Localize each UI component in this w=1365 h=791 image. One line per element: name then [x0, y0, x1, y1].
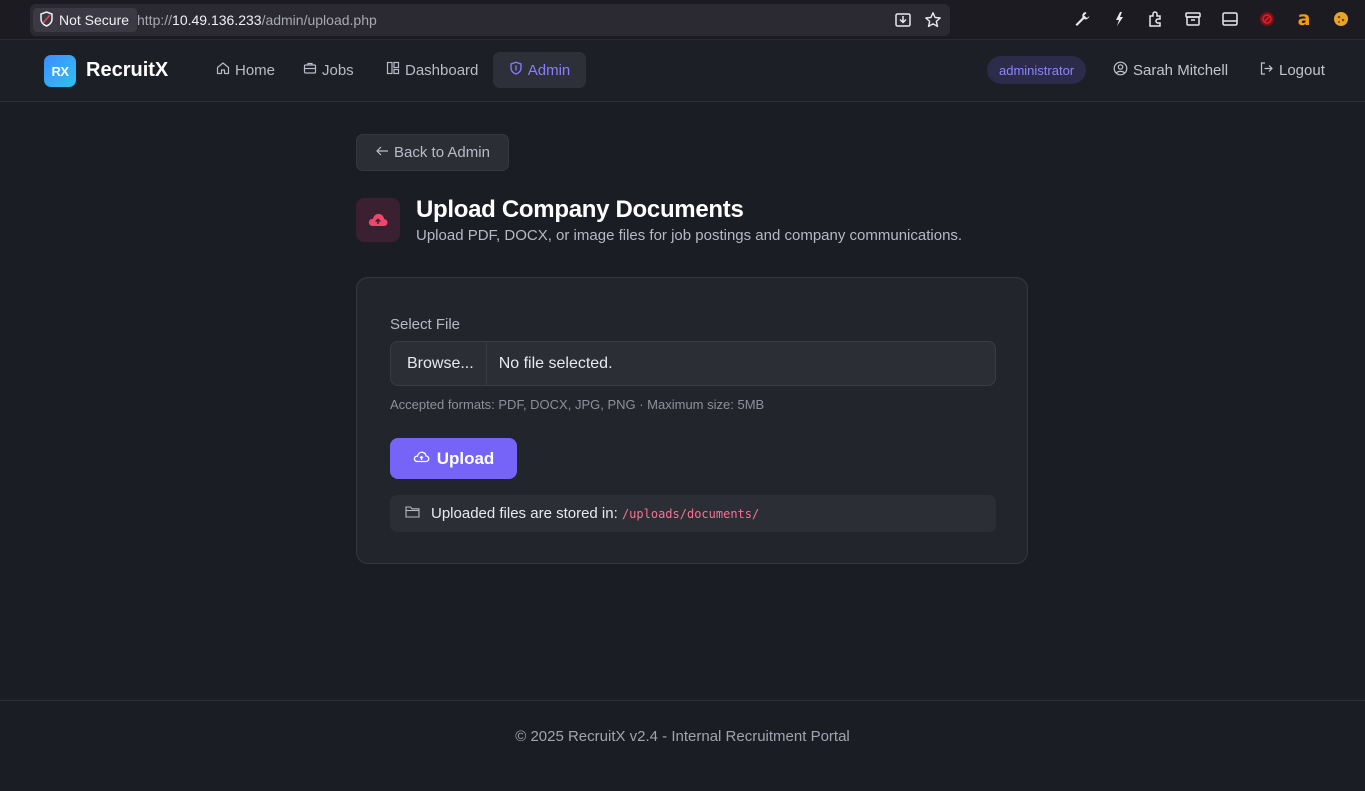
security-label: Not Secure — [59, 12, 130, 28]
upload-label: Upload — [436, 448, 495, 468]
home-icon — [216, 61, 230, 79]
folder-icon — [405, 505, 420, 522]
footer-text: © 2025 RecruitX v2.4 - Internal Recruitm… — [515, 728, 850, 745]
nav-item-home[interactable]: Home — [206, 52, 285, 88]
user-name: Sarah Mitchell — [1133, 62, 1229, 79]
browse-button[interactable]: Browse... — [391, 342, 487, 385]
download-page-icon[interactable] — [894, 11, 912, 34]
storage-path: /uploads/documents/ — [621, 507, 760, 521]
cookie-icon[interactable] — [1331, 9, 1351, 29]
browser-toolbar: Not Secure http://10.49.136.233/admin/up… — [0, 0, 1365, 40]
briefcase-icon — [303, 61, 317, 79]
shield-icon — [509, 61, 523, 79]
accepted-formats-hint: Accepted formats: PDF, DOCX, JPG, PNG · … — [390, 397, 765, 412]
logout-icon — [1259, 61, 1274, 80]
shield-warning-icon — [39, 10, 54, 30]
address-bar[interactable]: Not Secure http://10.49.136.233/admin/up… — [30, 4, 950, 36]
select-file-label: Select File — [390, 316, 461, 333]
role-badge: administrator — [987, 56, 1087, 84]
back-label: Back to Admin — [394, 144, 490, 161]
page-subtitle: Upload PDF, DOCX, or image files for job… — [416, 227, 963, 244]
storage-info: Uploaded files are stored in: /uploads/d… — [390, 495, 996, 532]
nav-item-dashboard[interactable]: Dashboard — [376, 52, 488, 88]
puzzle-icon[interactable] — [1146, 9, 1166, 29]
file-status: No file selected. — [498, 354, 613, 372]
sidebar-icon[interactable] — [1220, 9, 1240, 29]
upload-button[interactable]: Upload — [390, 438, 517, 479]
brand-name[interactable]: RecruitX — [86, 59, 168, 82]
nav-item-jobs[interactable]: Jobs — [293, 52, 364, 88]
cloud-upload-icon — [413, 449, 430, 469]
back-to-admin-button[interactable]: Back to Admin — [356, 134, 509, 171]
logout-link[interactable]: Logout — [1259, 61, 1325, 80]
nav-item-admin[interactable]: Admin — [493, 52, 586, 88]
page-title: Upload Company Documents — [416, 196, 744, 223]
arrow-left-icon — [375, 144, 389, 161]
nav-label-jobs: Jobs — [322, 61, 354, 79]
amazon-extension-icon[interactable]: a — [1294, 8, 1314, 30]
dashboard-icon — [386, 61, 400, 79]
url-text[interactable]: http://10.49.136.233/admin/upload.php — [137, 12, 377, 28]
logo[interactable]: RX — [44, 55, 76, 87]
upload-card: Select File Browse... No file selected. … — [356, 277, 1028, 564]
nav-label-dashboard: Dashboard — [405, 61, 479, 79]
blocker-icon[interactable] — [1257, 9, 1277, 29]
wrench-icon[interactable] — [1072, 9, 1092, 29]
container-icon[interactable] — [1183, 9, 1203, 29]
user-circle-icon — [1113, 61, 1128, 80]
site-navbar: RX RecruitX Home Jobs Dashboard Admin ad… — [0, 40, 1365, 102]
logout-label: Logout — [1279, 62, 1325, 79]
user-menu[interactable]: Sarah Mitchell — [1113, 61, 1228, 80]
footer: © 2025 RecruitX v2.4 - Internal Recruitm… — [0, 700, 1365, 791]
nav-label-admin: Admin — [527, 61, 571, 79]
upload-cloud-icon — [356, 198, 400, 242]
nav-label-home: Home — [235, 61, 276, 79]
bookmark-star-icon[interactable] — [924, 11, 942, 34]
extension-icon[interactable] — [1109, 9, 1129, 29]
storage-text: Uploaded files are stored in: — [431, 505, 618, 522]
file-input[interactable]: Browse... No file selected. — [390, 341, 996, 386]
not-secure-badge[interactable]: Not Secure — [33, 8, 138, 32]
